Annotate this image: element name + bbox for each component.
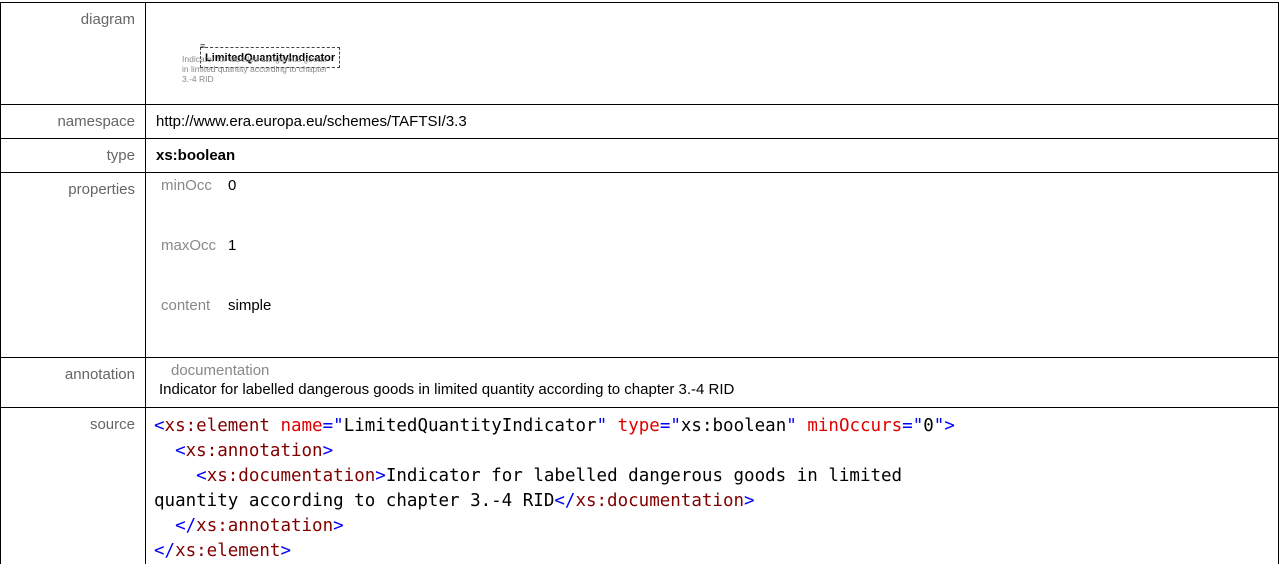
namespace-value: http://www.era.europa.eu/schemes/TAFTSI/… xyxy=(156,113,467,130)
diagram-label: diagram xyxy=(0,2,146,105)
diagram-row: diagram ≡ LimitedQuantityIndicator Indic… xyxy=(0,2,1279,105)
type-value: xs:boolean xyxy=(156,147,236,164)
schema-doc-table: diagram ≡ LimitedQuantityIndicator Indic… xyxy=(0,2,1279,564)
diagram-cell: ≡ LimitedQuantityIndicator Indicator for… xyxy=(145,2,1279,105)
property-value: 1 xyxy=(228,237,237,254)
property-key: content xyxy=(161,297,211,314)
documentation-label: documentation xyxy=(171,362,270,379)
property-value: 0 xyxy=(228,177,237,194)
element-description: Indicator for labelled dangerous goods i… xyxy=(182,54,328,84)
type-row: type xs:boolean xyxy=(0,138,1279,173)
property-key: minOcc xyxy=(161,177,212,194)
property-row: minOcc 0 xyxy=(156,177,271,237)
property-key: maxOcc xyxy=(161,237,217,254)
properties-table: minOcc 0 maxOcc 1 content simple xyxy=(156,177,271,357)
source-code: <xs:element name="LimitedQuantityIndicat… xyxy=(154,416,955,561)
annotation-row: annotation documentation Indicator for l… xyxy=(0,357,1279,408)
documentation-text: Indicator for labelled dangerous goods i… xyxy=(159,381,735,398)
properties-row: properties minOcc 0 maxOcc 1 content sim… xyxy=(0,172,1279,358)
element-diagram: ≡ LimitedQuantityIndicator Indicator for… xyxy=(156,11,1268,103)
source-row: source <xs:element name="LimitedQuantity… xyxy=(0,407,1279,564)
property-row: maxOcc 1 xyxy=(156,237,271,297)
properties-label: properties xyxy=(0,172,146,358)
source-label: source xyxy=(0,407,146,564)
type-label: type xyxy=(0,138,146,173)
namespace-label: namespace xyxy=(0,104,146,139)
property-value: simple xyxy=(228,297,272,314)
namespace-row: namespace http://www.era.europa.eu/schem… xyxy=(0,104,1279,139)
property-row: content simple xyxy=(156,297,271,357)
sequence-icon: ≡ xyxy=(200,41,205,51)
annotation-label: annotation xyxy=(0,357,146,408)
